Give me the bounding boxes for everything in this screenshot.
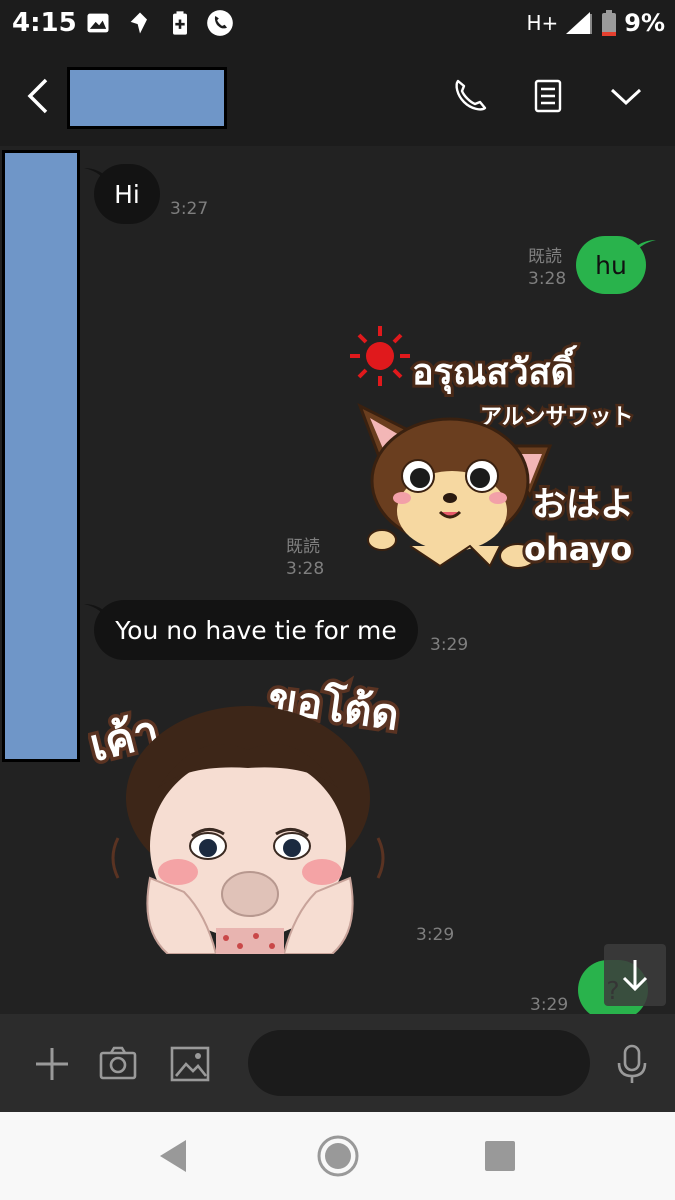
message-input[interactable] bbox=[248, 1030, 590, 1096]
read-receipt: 既読 bbox=[528, 247, 562, 267]
sticker-thai-text: อรุณสวัสดิ์ bbox=[412, 345, 578, 395]
image-icon bbox=[87, 13, 109, 33]
time-label: 3:29 bbox=[530, 995, 569, 1014]
message-time: 3:29 bbox=[530, 994, 568, 1014]
message-bubble-in[interactable]: Hi bbox=[94, 164, 160, 224]
phone-call-icon bbox=[207, 10, 233, 36]
call-icon[interactable] bbox=[450, 76, 490, 116]
system-nav-bar bbox=[0, 1112, 675, 1200]
network-type: H+ bbox=[526, 11, 559, 35]
status-right: H+ 9% bbox=[526, 9, 665, 37]
time-label: 3:28 bbox=[528, 269, 567, 289]
message-text: You no have tie for me bbox=[115, 615, 397, 645]
dog-sticker[interactable]: อรุณสวัสดิ์ アルンサワット おはよ ohayo bbox=[340, 316, 650, 576]
back-icon[interactable] bbox=[20, 76, 56, 116]
plus-icon[interactable] bbox=[32, 1044, 72, 1084]
baby-illustration bbox=[111, 706, 385, 954]
sticker-hiragana-text: おはよ bbox=[532, 485, 634, 525]
time-label: 3:29 bbox=[430, 635, 469, 655]
line-chat-screen: 4:15 H+ 9% Hi 3:27 既読 3:28 hu 既読 3:28 อร… bbox=[0, 0, 675, 1200]
location-icon bbox=[130, 12, 147, 34]
status-time: 4:15 bbox=[12, 8, 77, 38]
gallery-icon[interactable] bbox=[170, 1044, 210, 1084]
scroll-to-bottom-button[interactable] bbox=[604, 944, 666, 1006]
nav-recents-icon[interactable] bbox=[478, 1134, 522, 1178]
signal-icon bbox=[566, 12, 593, 34]
message-meta: 既読 3:28 bbox=[528, 246, 566, 290]
message-time: 3:29 bbox=[430, 634, 468, 656]
message-list[interactable]: Hi 3:27 既読 3:28 hu 既読 3:28 อรุณสวัสดิ์ ア… bbox=[0, 146, 675, 1014]
crying-baby-sticker[interactable]: เค้า ขอโต้ด bbox=[88, 668, 418, 954]
chat-header bbox=[0, 48, 675, 146]
message-meta: 既読 3:28 bbox=[286, 536, 324, 580]
nav-back-icon[interactable] bbox=[152, 1134, 196, 1178]
battery-plus-icon bbox=[173, 11, 187, 35]
camera-icon[interactable] bbox=[98, 1044, 138, 1084]
message-input-bar bbox=[0, 1014, 675, 1112]
message-text: hu bbox=[595, 250, 627, 280]
battery-icon bbox=[602, 10, 617, 36]
time-label: 3:29 bbox=[416, 925, 455, 945]
notes-icon[interactable] bbox=[528, 76, 568, 116]
message-bubble-in[interactable]: You no have tie for me bbox=[94, 600, 418, 660]
nav-home-icon[interactable] bbox=[316, 1134, 360, 1178]
message-bubble-out[interactable]: hu bbox=[576, 236, 646, 294]
sun-icon bbox=[350, 326, 410, 386]
status-bar: 4:15 H+ 9% bbox=[0, 0, 675, 48]
sticker-katakana-text: アルンサワット bbox=[480, 405, 633, 430]
time-label: 3:28 bbox=[286, 559, 325, 579]
battery-percent: 9% bbox=[624, 9, 665, 37]
contact-name-redacted[interactable] bbox=[67, 67, 227, 129]
chihuahua-illustration bbox=[357, 402, 553, 569]
chevron-down-icon[interactable] bbox=[606, 76, 646, 116]
message-text: Hi bbox=[114, 179, 140, 209]
avatar-redacted[interactable] bbox=[2, 150, 80, 762]
read-receipt: 既読 bbox=[286, 537, 320, 557]
message-time: 3:27 bbox=[170, 198, 208, 220]
sticker-latin-text: ohayo bbox=[524, 530, 632, 568]
mic-icon[interactable] bbox=[612, 1044, 652, 1084]
message-time: 3:29 bbox=[416, 924, 454, 946]
time-label: 3:27 bbox=[170, 199, 209, 219]
arrow-down-icon bbox=[622, 960, 648, 992]
